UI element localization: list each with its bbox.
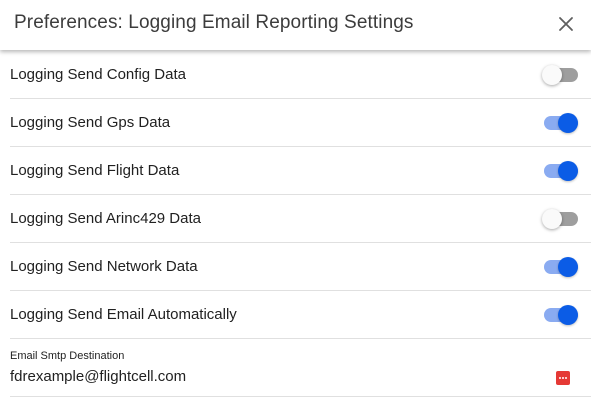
- close-button[interactable]: [554, 12, 578, 36]
- close-icon: [559, 17, 573, 31]
- flight-data-toggle[interactable]: [542, 159, 580, 183]
- setting-row-network-data: Logging Send Network Data: [10, 243, 591, 291]
- arinc429-data-toggle[interactable]: [542, 207, 580, 231]
- setting-label: Logging Send Gps Data: [10, 114, 171, 131]
- setting-label: Logging Send Arinc429 Data: [10, 210, 201, 227]
- setting-label: Logging Send Flight Data: [10, 162, 180, 179]
- password-manager-icon[interactable]: [556, 371, 570, 385]
- settings-list: Logging Send Config Data Logging Send Gp…: [0, 51, 591, 339]
- setting-row-config-data: Logging Send Config Data: [10, 51, 591, 99]
- network-data-toggle[interactable]: [542, 255, 580, 279]
- setting-row-arinc429-data: Logging Send Arinc429 Data: [10, 195, 591, 243]
- setting-label: Logging Send Email Automatically: [10, 306, 237, 323]
- setting-row-flight-data: Logging Send Flight Data: [10, 147, 591, 195]
- email-smtp-destination-field: Email Smtp Destination: [10, 340, 591, 397]
- dialog-header: Preferences: Logging Email Reporting Set…: [0, 0, 591, 50]
- setting-label: Logging Send Network Data: [10, 258, 198, 275]
- email-input[interactable]: [10, 368, 540, 385]
- email-field-label: Email Smtp Destination: [10, 350, 125, 362]
- dialog-title: Preferences: Logging Email Reporting Set…: [14, 12, 414, 33]
- setting-label: Logging Send Config Data: [10, 66, 186, 83]
- setting-row-email-automatically: Logging Send Email Automatically: [10, 291, 591, 339]
- setting-row-gps-data: Logging Send Gps Data: [10, 99, 591, 147]
- config-data-toggle[interactable]: [542, 63, 580, 87]
- email-automatically-toggle[interactable]: [542, 303, 580, 327]
- gps-data-toggle[interactable]: [542, 111, 580, 135]
